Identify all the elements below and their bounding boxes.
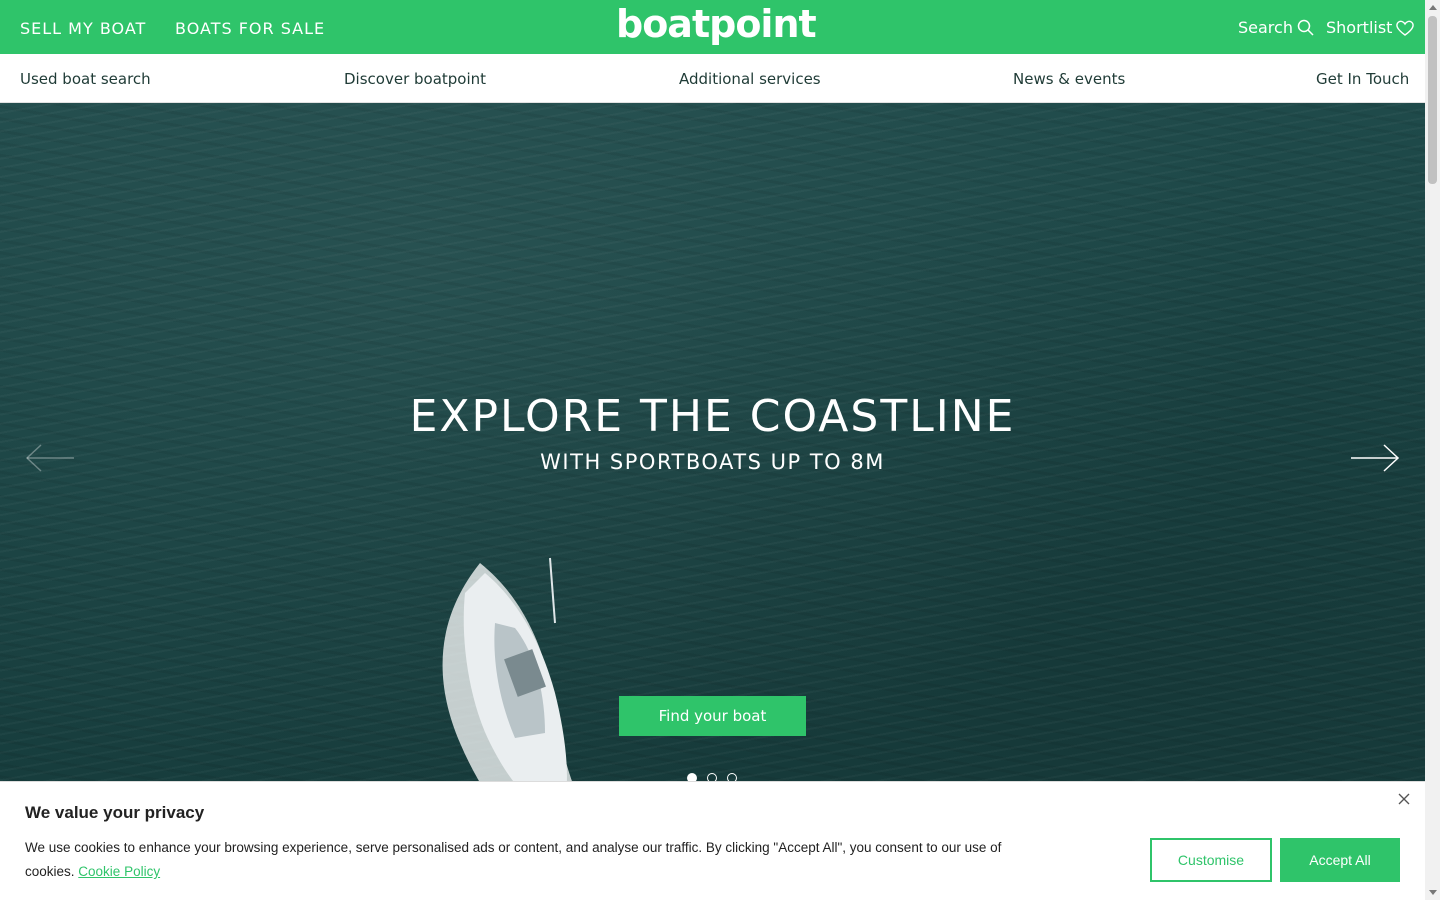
nav-get-in-touch[interactable]: Get In Touch bbox=[1316, 70, 1409, 88]
shortlist-label: Shortlist bbox=[1326, 18, 1393, 37]
accept-all-button[interactable]: Accept All bbox=[1280, 838, 1400, 882]
nav-discover-boatpoint[interactable]: Discover boatpoint bbox=[344, 70, 486, 88]
sell-my-boat-link[interactable]: SELL MY BOAT bbox=[20, 19, 146, 38]
cookie-close-button[interactable] bbox=[1397, 792, 1411, 806]
search-label: Search bbox=[1238, 18, 1293, 37]
cookie-title: We value your privacy bbox=[25, 803, 205, 822]
carousel-next-button[interactable] bbox=[1350, 443, 1400, 473]
hero-title: EXPLORE THE COASTLINE bbox=[409, 391, 1016, 442]
hero-subtitle: WITH SPORTBOATS UP TO 8M bbox=[540, 450, 885, 474]
cookie-policy-link[interactable]: Cookie Policy bbox=[78, 864, 160, 879]
cookie-message: We use cookies to enhance your browsing … bbox=[25, 840, 1002, 879]
carousel-prev-button[interactable] bbox=[25, 443, 75, 473]
arrow-left-icon bbox=[25, 444, 74, 472]
scrollbar-thumb[interactable] bbox=[1428, 16, 1437, 184]
boatpoint-logo[interactable]: boatpoint bbox=[616, 2, 817, 46]
secondary-nav: Used boat search Discover boatpoint Addi… bbox=[0, 54, 1425, 103]
scroll-up-arrow[interactable] bbox=[1429, 5, 1437, 10]
close-icon bbox=[1398, 793, 1410, 805]
nav-additional-services[interactable]: Additional services bbox=[679, 70, 821, 88]
cookie-banner: We value your privacy We use cookies to … bbox=[0, 781, 1425, 900]
top-navbar: SELL MY BOAT BOATS FOR SALE boatpoint Se… bbox=[0, 0, 1425, 54]
shortlist-link[interactable]: Shortlist bbox=[1326, 18, 1415, 37]
search-link[interactable]: Search bbox=[1238, 18, 1314, 37]
find-your-boat-button[interactable]: Find your boat bbox=[619, 696, 806, 736]
arrow-right-icon bbox=[1351, 444, 1400, 472]
page-scrollbar[interactable] bbox=[1425, 0, 1440, 900]
customise-button[interactable]: Customise bbox=[1150, 838, 1272, 882]
heart-icon bbox=[1396, 20, 1415, 36]
nav-used-boat-search[interactable]: Used boat search bbox=[20, 70, 151, 88]
boats-for-sale-link[interactable]: BOATS FOR SALE bbox=[175, 19, 325, 38]
cookie-text: We use cookies to enhance your browsing … bbox=[25, 836, 1035, 884]
nav-news-events[interactable]: News & events bbox=[1013, 70, 1125, 88]
scroll-down-arrow[interactable] bbox=[1429, 890, 1437, 895]
search-icon bbox=[1297, 19, 1314, 36]
